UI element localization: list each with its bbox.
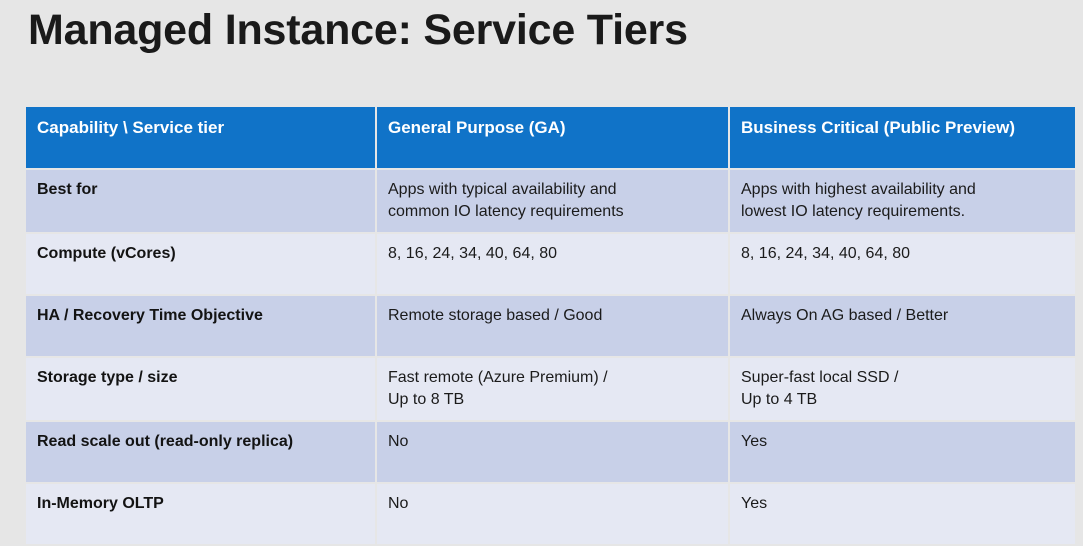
page-title: Managed Instance: Service Tiers [28, 6, 688, 54]
table-header-row: Capability \ Service tier General Purpos… [26, 107, 1075, 168]
cell-line: Up to 4 TB [741, 391, 818, 408]
row-label-ha-recovery-time-objective: HA / Recovery Time Objective [26, 296, 375, 356]
table-body: Best for Apps with typical availability … [26, 170, 1075, 544]
column-header-general-purpose: General Purpose (GA) [377, 107, 728, 168]
service-tiers-table: Capability \ Service tier General Purpos… [24, 105, 1077, 546]
cell-general-purpose-read-scale-out: No [377, 422, 728, 482]
table-row: HA / Recovery Time Objective Remote stor… [26, 296, 1075, 356]
cell-general-purpose-compute-vcores: 8, 16, 24, 34, 40, 64, 80 [377, 234, 728, 294]
table-header: Capability \ Service tier General Purpos… [26, 107, 1075, 168]
cell-line: Super-fast local SSD / [741, 369, 899, 386]
cell-line: Always On AG based / Better [741, 307, 949, 324]
cell-general-purpose-best-for: Apps with typical availability and commo… [377, 170, 728, 232]
cell-line: Up to 8 TB [388, 391, 465, 408]
cell-line: Apps with highest availability and [741, 181, 976, 198]
cell-business-critical-read-scale-out: Yes [730, 422, 1075, 482]
cell-line: lowest IO latency requirements. [741, 203, 966, 220]
cell-line: common IO latency requirements [388, 203, 624, 220]
table-row: Storage type / size Fast remote (Azure P… [26, 358, 1075, 420]
row-label-storage-type-size: Storage type / size [26, 358, 375, 420]
cell-business-critical-in-memory-oltp: Yes [730, 484, 1075, 544]
cell-line: Yes [741, 495, 768, 512]
cell-line: 8, 16, 24, 34, 40, 64, 80 [741, 245, 911, 262]
row-label-in-memory-oltp: In-Memory OLTP [26, 484, 375, 544]
column-header-business-critical: Business Critical (Public Preview) [730, 107, 1075, 168]
cell-line: No [388, 433, 409, 450]
cell-business-critical-ha-recovery-time-objective: Always On AG based / Better [730, 296, 1075, 356]
cell-business-critical-best-for: Apps with highest availability and lowes… [730, 170, 1075, 232]
cell-line: Remote storage based / Good [388, 307, 603, 324]
cell-general-purpose-in-memory-oltp: No [377, 484, 728, 544]
cell-business-critical-compute-vcores: 8, 16, 24, 34, 40, 64, 80 [730, 234, 1075, 294]
row-label-compute-vcores: Compute (vCores) [26, 234, 375, 294]
table-row: Best for Apps with typical availability … [26, 170, 1075, 232]
row-label-read-scale-out: Read scale out (read-only replica) [26, 422, 375, 482]
cell-line: 8, 16, 24, 34, 40, 64, 80 [388, 245, 558, 262]
cell-general-purpose-ha-recovery-time-objective: Remote storage based / Good [377, 296, 728, 356]
cell-business-critical-storage-type-size: Super-fast local SSD / Up to 4 TB [730, 358, 1075, 420]
cell-line: Yes [741, 433, 768, 450]
table-row: Compute (vCores) 8, 16, 24, 34, 40, 64, … [26, 234, 1075, 294]
cell-line: No [388, 495, 409, 512]
cell-general-purpose-storage-type-size: Fast remote (Azure Premium) / Up to 8 TB [377, 358, 728, 420]
column-header-capability: Capability \ Service tier [26, 107, 375, 168]
cell-line: Apps with typical availability and [388, 181, 617, 198]
table-row: Read scale out (read-only replica) No Ye… [26, 422, 1075, 482]
slide-canvas: Managed Instance: Service Tiers Capabili… [0, 0, 1083, 544]
cell-line: Fast remote (Azure Premium) / [388, 369, 608, 386]
row-label-best-for: Best for [26, 170, 375, 232]
table-row: In-Memory OLTP No Yes [26, 484, 1075, 544]
